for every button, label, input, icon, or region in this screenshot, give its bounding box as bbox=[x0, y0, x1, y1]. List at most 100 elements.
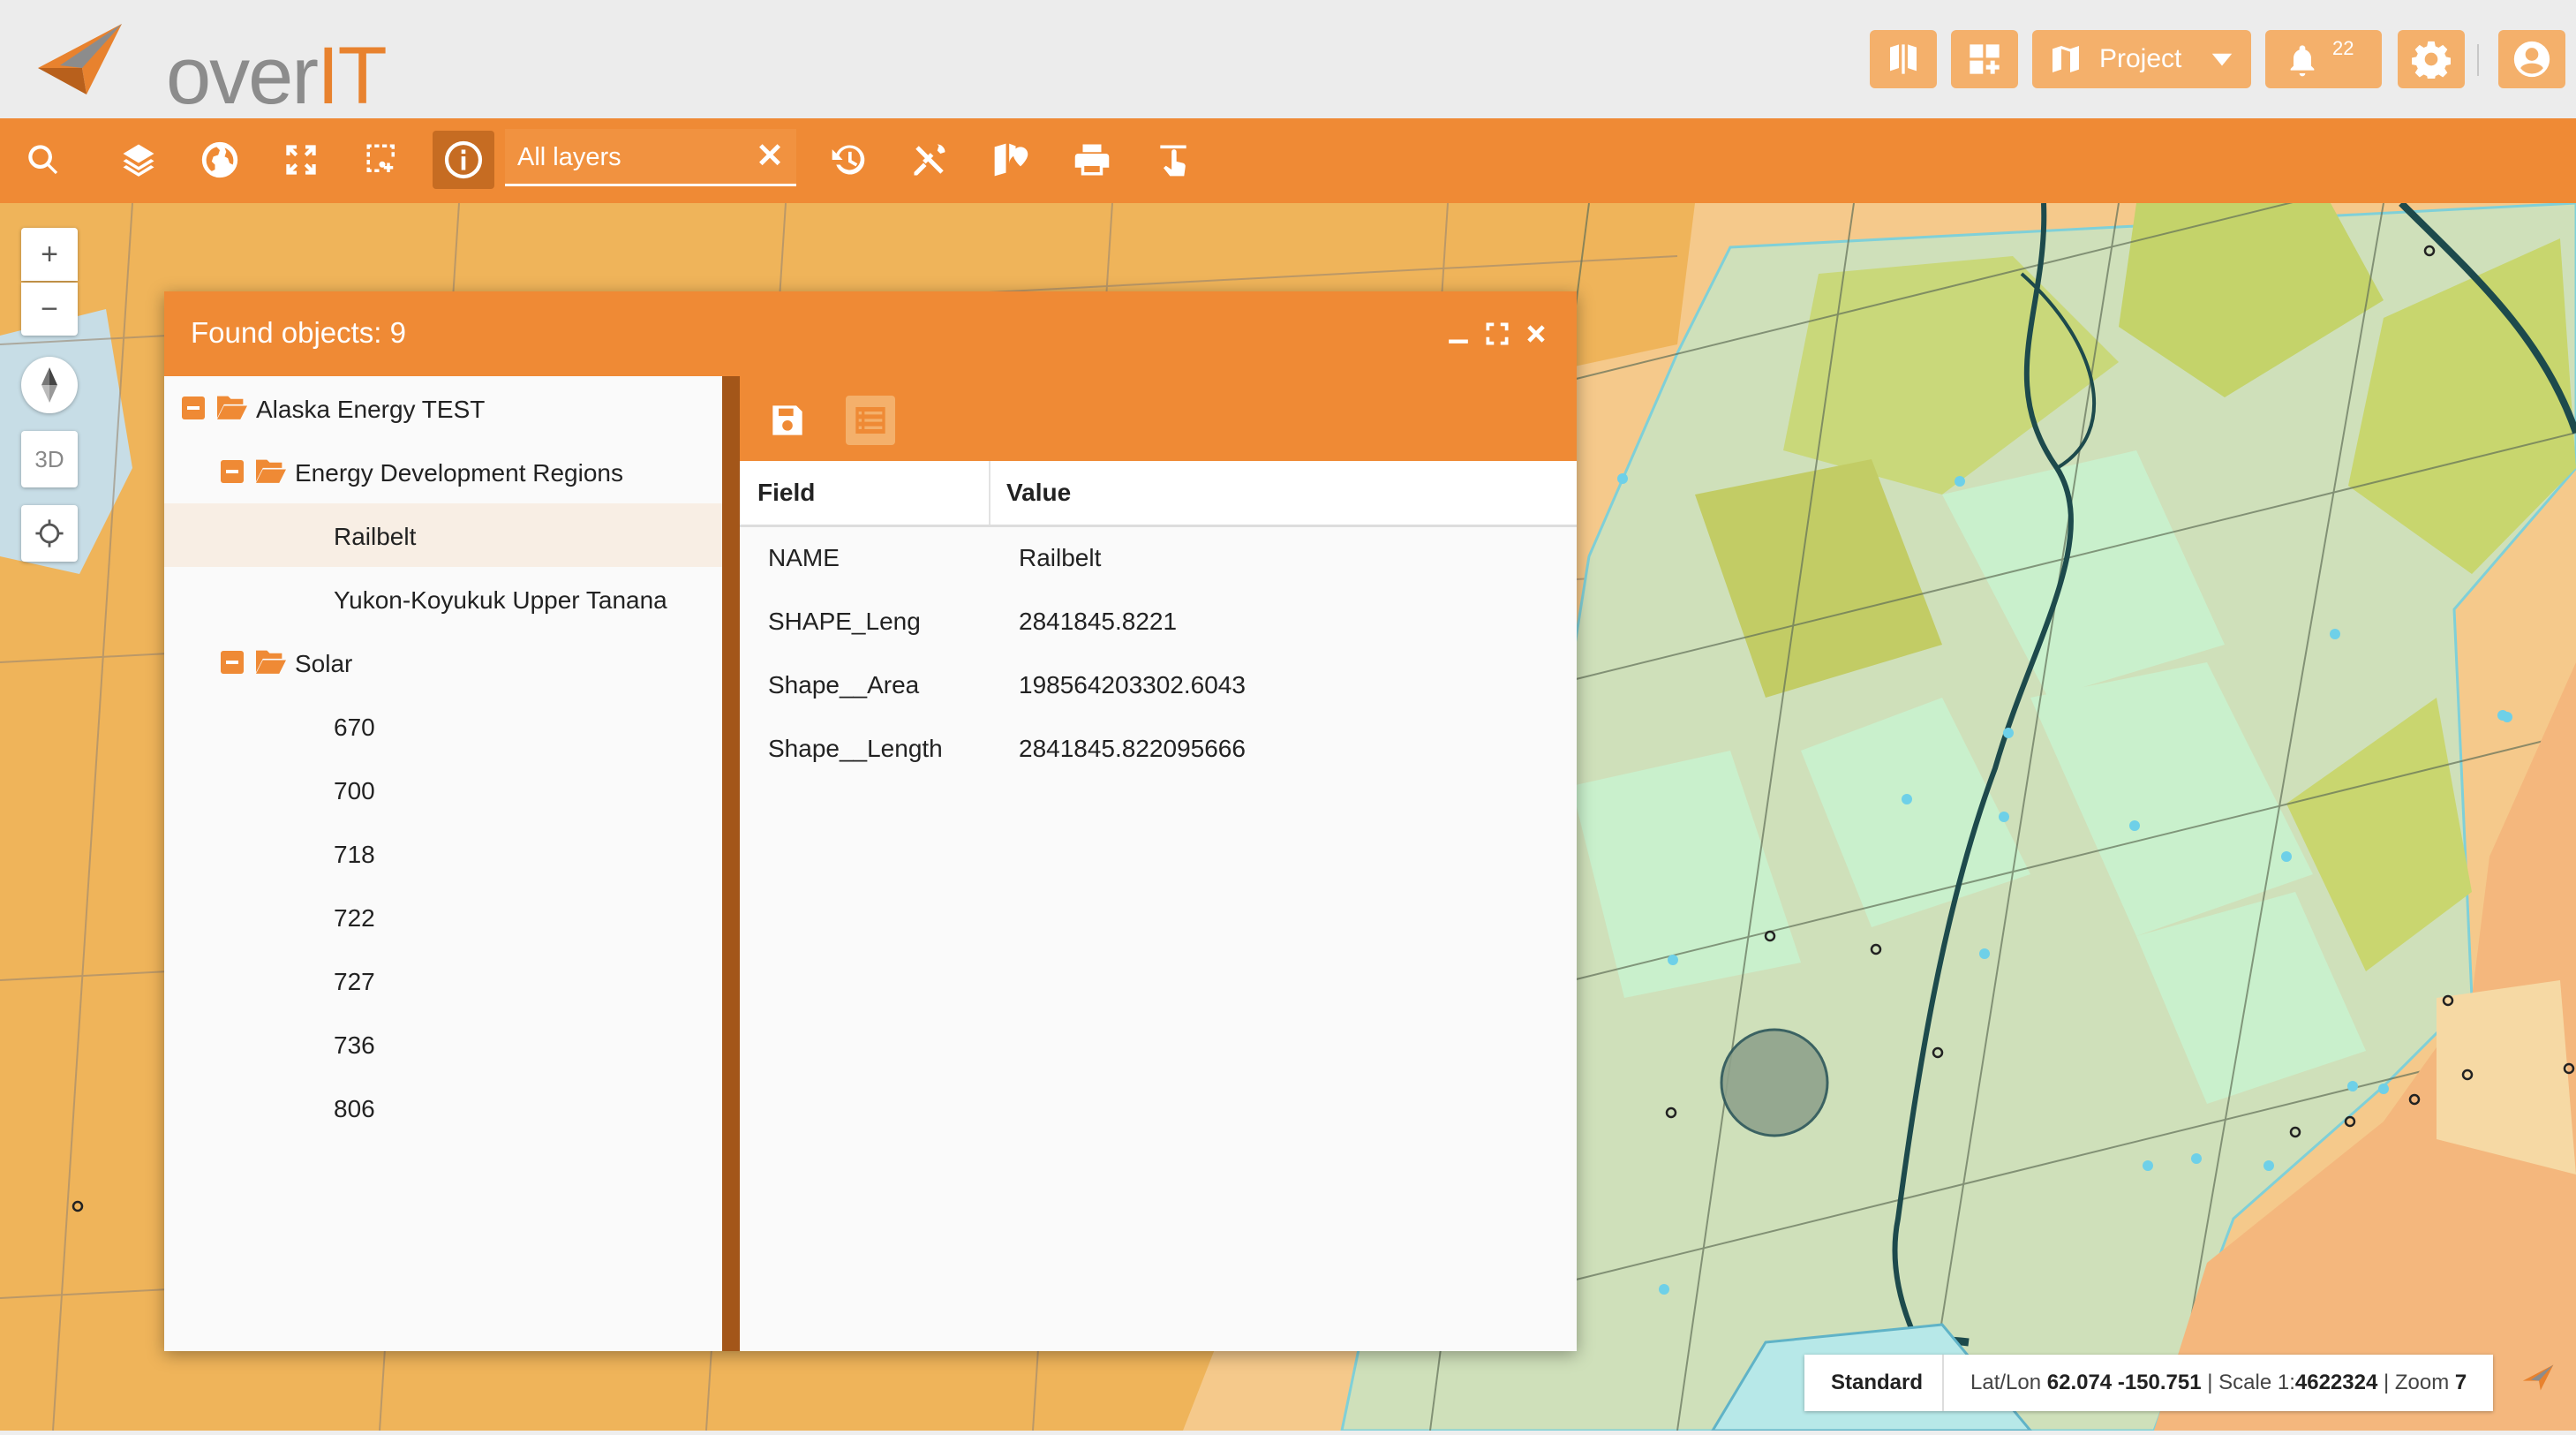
tree-item[interactable]: 806 bbox=[164, 1076, 722, 1139]
tree-item[interactable]: 736 bbox=[164, 1012, 722, 1076]
details-table-header: Field Value bbox=[740, 461, 1577, 527]
details-toolbar bbox=[740, 376, 1577, 461]
map-toolbar bbox=[0, 118, 2576, 203]
layer-filter-input[interactable]: All layers ✕ bbox=[505, 129, 796, 186]
tree-label: 727 bbox=[334, 968, 375, 995]
minimize-button[interactable] bbox=[1441, 316, 1476, 351]
field-cell: Shape__Length bbox=[768, 735, 943, 762]
zoom-value: 7 bbox=[2454, 1371, 2467, 1394]
tree-label: Alaska Energy TEST bbox=[256, 396, 486, 423]
clear-filter-icon[interactable]: ✕ bbox=[756, 136, 784, 176]
split-view-button[interactable] bbox=[1870, 30, 1937, 88]
select-area-button[interactable] bbox=[351, 131, 413, 189]
tree-item[interactable]: 722 bbox=[164, 885, 722, 948]
add-widget-button[interactable] bbox=[1951, 30, 2018, 88]
table-row: Shape__Area 198564203302.6043 bbox=[740, 652, 1577, 715]
basemap-button[interactable] bbox=[189, 131, 251, 189]
coordinate-readout: Lat/Lon 62.074 -150.751 | Scale 1:462232… bbox=[1970, 1371, 2467, 1394]
results-tree: Alaska Energy TEST Energy Development Re… bbox=[164, 376, 722, 1351]
tree-item[interactable]: 718 bbox=[164, 821, 722, 885]
maximize-button[interactable] bbox=[1480, 316, 1515, 351]
overit-logo[interactable]: overIT bbox=[34, 19, 388, 121]
collapse-icon[interactable] bbox=[182, 397, 205, 419]
tree-node-group[interactable]: Energy Development Regions bbox=[164, 440, 722, 503]
tree-label: Energy Development Regions bbox=[295, 459, 623, 487]
user-circle-icon bbox=[2513, 41, 2550, 78]
zoom-out-button[interactable]: − bbox=[21, 283, 78, 336]
value-cell: 2841845.822095666 bbox=[1019, 735, 1246, 762]
column-divider[interactable] bbox=[989, 461, 990, 525]
tree-item[interactable]: 700 bbox=[164, 758, 722, 821]
full-extent-button[interactable] bbox=[270, 131, 332, 189]
tree-label: Railbelt bbox=[334, 523, 417, 550]
field-cell: SHAPE_Leng bbox=[768, 608, 921, 635]
panel-header[interactable]: Found objects: 9 bbox=[164, 291, 1577, 376]
notifications-button[interactable]: 22 bbox=[2265, 30, 2382, 88]
bell-icon bbox=[2290, 45, 2315, 77]
zoom-in-button[interactable]: + bbox=[21, 228, 78, 281]
close-icon bbox=[1527, 325, 1545, 343]
map-status-bar: Standard Lat/Lon 62.074 -150.751 | Scale… bbox=[1804, 1355, 2493, 1411]
user-account-button[interactable] bbox=[2498, 30, 2565, 88]
maximize-icon bbox=[1486, 322, 1509, 345]
notification-count: 22 bbox=[2332, 37, 2354, 59]
identify-button[interactable] bbox=[433, 131, 494, 189]
tree-node-root[interactable]: Alaska Energy TEST bbox=[164, 376, 722, 440]
measure-tools-button[interactable] bbox=[899, 131, 960, 189]
compass-button[interactable] bbox=[21, 357, 78, 413]
tree-label: 736 bbox=[334, 1031, 375, 1059]
locate-button[interactable] bbox=[21, 505, 78, 562]
tree-item[interactable]: 670 bbox=[164, 694, 722, 758]
toggle-3d-button[interactable]: 3D bbox=[21, 431, 78, 487]
field-cell: NAME bbox=[768, 544, 840, 571]
overit-mini-logo-icon bbox=[2522, 1364, 2554, 1391]
panel-title: Found objects: 9 bbox=[191, 316, 406, 349]
value-cell: Railbelt bbox=[1019, 544, 1102, 571]
split-map-icon bbox=[1890, 44, 1917, 74]
tree-item[interactable]: Railbelt bbox=[164, 503, 722, 567]
zoom-out-label: − bbox=[41, 291, 58, 326]
save-button[interactable] bbox=[763, 396, 812, 445]
expand-icon bbox=[286, 145, 316, 175]
field-column-header: Field bbox=[757, 479, 816, 506]
collapse-icon[interactable] bbox=[221, 651, 244, 674]
globe-icon bbox=[201, 141, 238, 178]
thematic-map-button[interactable] bbox=[980, 131, 1042, 189]
tree-item[interactable]: 727 bbox=[164, 948, 722, 1012]
history-button[interactable] bbox=[817, 131, 879, 189]
project-label: Project bbox=[2099, 44, 2182, 73]
basemap-mode[interactable]: Standard bbox=[1831, 1371, 1923, 1395]
list-view-button[interactable] bbox=[846, 396, 895, 445]
tree-label: Yukon-Koyukuk Upper Tanana bbox=[334, 586, 667, 614]
compass-icon bbox=[41, 367, 57, 403]
info-icon bbox=[444, 140, 483, 179]
value-column-header: Value bbox=[1006, 479, 1072, 506]
found-objects-panel: Found objects: 9 Alaska Energy TEST Ener… bbox=[164, 291, 1577, 1351]
scale-value: 4622324 bbox=[2294, 1371, 2378, 1394]
minimize-icon bbox=[1449, 339, 1468, 344]
close-panel-button[interactable] bbox=[1518, 316, 1554, 351]
tree-label: 718 bbox=[334, 841, 375, 868]
print-button[interactable] bbox=[1061, 131, 1123, 189]
table-row: Shape__Length 2841845.822095666 bbox=[740, 715, 1577, 779]
toggle-3d-label: 3D bbox=[34, 445, 64, 472]
panel-resize-handle[interactable] bbox=[722, 376, 740, 1351]
tree-label: 806 bbox=[334, 1095, 375, 1122]
layers-icon bbox=[123, 144, 154, 177]
folder-open-icon bbox=[256, 459, 286, 483]
project-dropdown[interactable]: Project bbox=[2032, 30, 2251, 88]
tree-item[interactable]: Yukon-Koyukuk Upper Tanana bbox=[164, 567, 722, 631]
zoom-label: Zoom bbox=[2394, 1371, 2450, 1394]
history-icon bbox=[832, 145, 865, 175]
collapse-icon[interactable] bbox=[221, 460, 244, 483]
settings-button[interactable] bbox=[2398, 30, 2465, 88]
layers-button[interactable] bbox=[108, 131, 169, 189]
folder-open-icon bbox=[256, 650, 286, 674]
tree-node-group[interactable]: Solar bbox=[164, 631, 722, 694]
printer-icon bbox=[1074, 144, 1110, 176]
logo-text: overIT bbox=[166, 31, 388, 121]
touch-mode-button[interactable] bbox=[1142, 131, 1204, 189]
folder-open-icon bbox=[217, 396, 247, 419]
map-pin-icon bbox=[994, 143, 1028, 177]
search-button[interactable] bbox=[12, 131, 74, 189]
